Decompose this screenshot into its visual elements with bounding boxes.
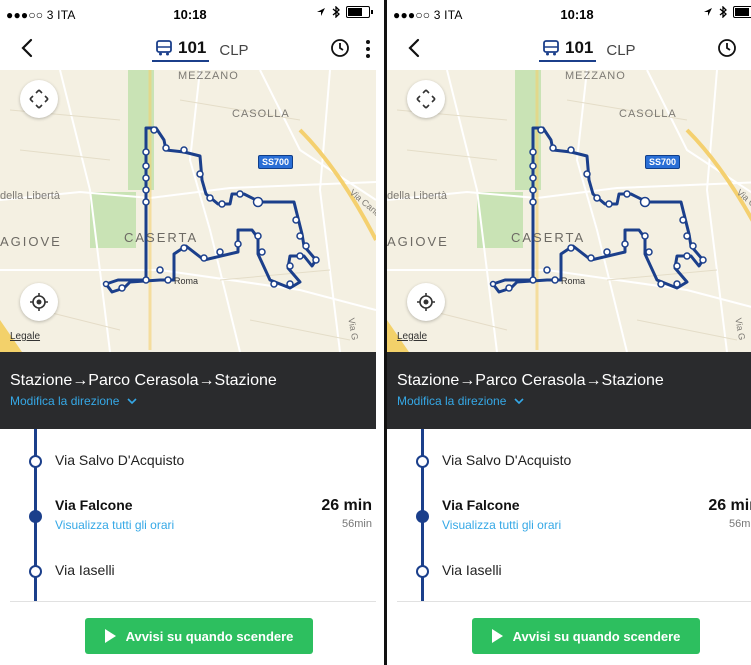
stop-dot [29,565,42,578]
alert-when-to-get-off-button[interactable]: Avvisi su quando scendere [472,618,700,654]
map-label-liberta: della Libertà [0,190,60,202]
route-map[interactable]: MEZZANO CASOLLA della Libertà AGIOVE CAS… [0,70,376,352]
route-header: 101 CLP [152,36,249,64]
map-label-liberta: della Libertà [387,190,447,202]
phone-screen-left: ●●●○○ 3 ITA 10:18 101 CLP MEZZANO CASOLL… [0,0,376,665]
bluetooth-icon [719,6,727,18]
bottom-separator [397,601,751,602]
locate-me-button[interactable] [20,283,58,321]
route-number: 101 [565,38,594,57]
map-label-casolla: CASOLLA [232,108,290,120]
legal-link[interactable]: Legale [10,331,40,342]
stop-name-current: Via Falcone [55,497,133,513]
route-map[interactable]: MEZZANO CASOLLA della Libertà AGIOVE CAS… [387,70,751,352]
direction-title: Stazione→Parco Cerasola→Stazione [10,372,277,389]
route-tag: 101 [152,38,210,62]
status-bar: ●●●○○ 3 ITA 10:18 [0,0,376,28]
change-direction-label: Modifica la direzione [10,394,120,408]
nav-bar: 101 CLP [387,28,751,71]
alert-when-to-get-off-button[interactable]: Avvisi su quando scendere [85,618,313,654]
stop-name-current: Via Falcone [442,497,520,513]
back-chevron-icon[interactable] [14,34,42,62]
map-label-roma: Roma [174,276,199,286]
stop-dot-current [416,510,429,523]
chevron-down-icon [514,398,524,405]
route-operator: CLP [219,41,249,59]
change-direction-link[interactable]: Modifica la direzione [10,394,137,408]
expand-map-button[interactable] [407,80,445,118]
route-operator: CLP [606,41,636,59]
stop-eta-sub: 56min [729,518,751,530]
locate-me-button[interactable] [407,283,445,321]
map-label-mezzano: MEZZANO [178,70,239,82]
status-bar: ●●●○○ 3 ITA 10:18 [387,0,751,28]
location-arrow-icon [317,8,325,16]
clock-icon[interactable] [717,38,737,58]
direction-title: Stazione→Parco Cerasola→Stazione [397,372,664,389]
alert-button-label: Avvisi su quando scendere [125,628,294,644]
stop-eta: 26 min [321,497,372,514]
phone-screen-left: ●●●○○ 3 ITA 10:18 101 CLP MEZZANO CASOLL… [387,0,751,665]
map-label-casolla: CASOLLA [619,108,677,120]
location-arrow-icon [704,8,712,16]
crosshair-icon [417,293,435,311]
change-direction-label: Modifica la direzione [397,394,507,408]
map-label-mezzano: MEZZANO [565,70,626,82]
highway-badge: SS700 [645,155,681,169]
battery-icon [733,6,751,18]
route-tag: 101 [539,38,597,62]
map-label-agiove: AGIOVE [387,234,449,249]
map-canvas [0,70,376,352]
stop-name: Via Salvo D'Acquisto [55,452,185,468]
clock-time: 10:18 [173,7,207,22]
stop-name: Via Iaselli [442,562,502,578]
battery-icon [346,6,373,18]
stop-eta: 26 min [708,497,751,514]
legal-link[interactable]: Legale [397,331,427,342]
expand-map-button[interactable] [20,80,58,118]
bottom-separator [10,601,376,602]
bus-icon [543,40,559,56]
status-icons [316,6,373,18]
carrier-label: ●●●○○ 3 ITA [6,8,76,22]
bus-icon [156,40,172,56]
stops-list: Via Salvo D'Acquisto Via Falcone Visuali… [387,429,751,601]
chevron-down-icon [127,398,137,405]
back-chevron-icon[interactable] [401,34,429,62]
play-icon [104,629,116,643]
bluetooth-icon [332,6,340,18]
view-all-times-link[interactable]: Visualizza tutti gli orari [442,518,561,532]
nav-bar: 101 CLP [0,28,376,71]
highway-badge: SS700 [258,155,294,169]
stop-dot [416,455,429,468]
stop-dot [416,565,429,578]
map-label-caserta: CASERTA [124,230,199,245]
map-label-caserta: CASERTA [511,230,586,245]
stops-list: Via Salvo D'Acquisto Via Falcone Visuali… [0,429,376,601]
stop-name: Via Salvo D'Acquisto [442,452,572,468]
move-arrows-icon [29,89,49,109]
change-direction-link[interactable]: Modifica la direzione [397,394,524,408]
map-label-roma: Roma [561,276,586,286]
more-vertical-icon[interactable] [362,38,374,60]
alert-button-label: Avvisi su quando scendere [512,628,681,644]
direction-panel: Stazione→Parco Cerasola→Stazione Modific… [387,352,751,429]
stop-name: Via Iaselli [55,562,115,578]
route-header: 101 CLP [539,36,636,64]
play-icon [491,629,503,643]
map-label-agiove: AGIOVE [0,234,62,249]
carrier-label: ●●●○○ 3 ITA [393,8,463,22]
stop-eta-sub: 56min [342,518,372,530]
route-number: 101 [178,38,207,57]
clock-time: 10:18 [560,7,594,22]
clock-icon[interactable] [330,38,350,58]
stop-dot [29,455,42,468]
status-icons [703,6,751,18]
phone-screen-right: ●●●○○ 3 ITA 10:18 101 CLP MEZZANO CASOLL… [387,0,751,665]
crosshair-icon [30,293,48,311]
stop-dot-current [29,510,42,523]
direction-panel: Stazione→Parco Cerasola→Stazione Modific… [0,352,376,429]
move-arrows-icon [416,89,436,109]
view-all-times-link[interactable]: Visualizza tutti gli orari [55,518,174,532]
